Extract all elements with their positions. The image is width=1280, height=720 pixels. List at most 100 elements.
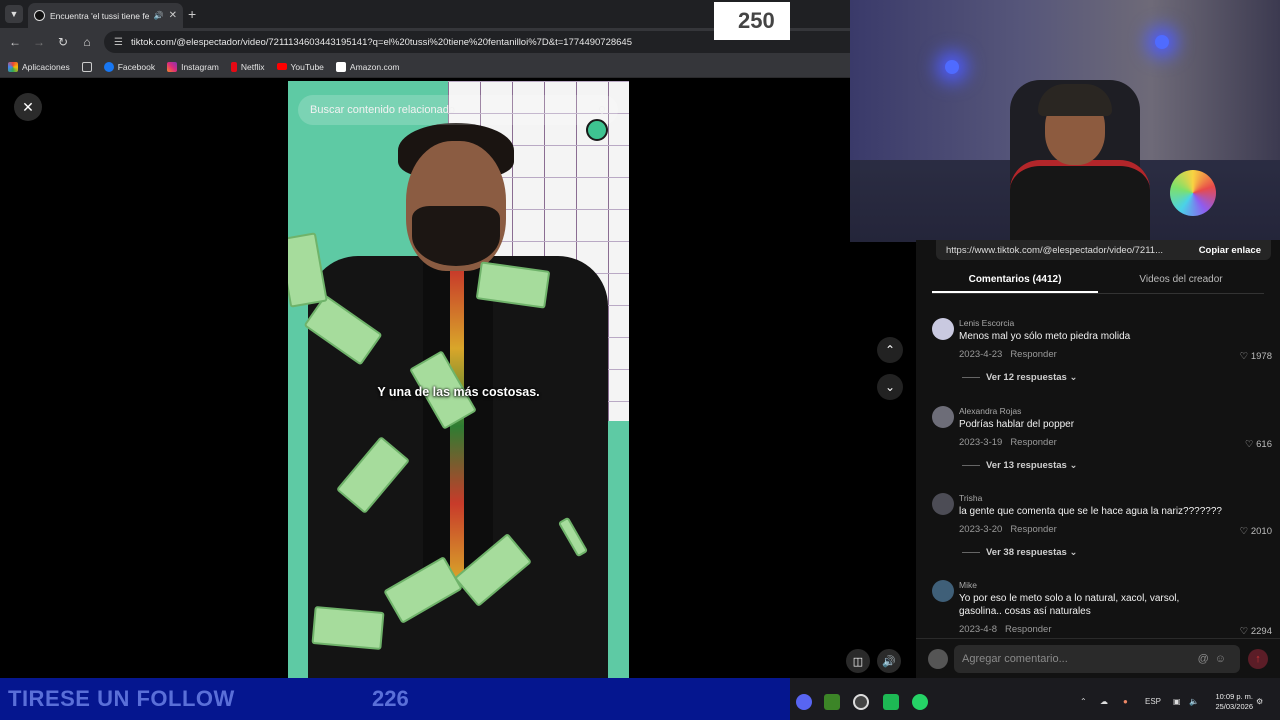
like-button[interactable]: ♡ 616 [1245,439,1272,450]
taskbar-clock[interactable]: 10:09 p. m. 25/03/2026 [1203,692,1253,712]
instagram-icon [167,61,178,72]
microphone-icon[interactable]: ● [1123,697,1128,706]
tab-close-icon[interactable]: ✕ [169,10,177,21]
screen: ▼ Encuentra 'el tussi tiene fen 🔊 ✕ + ← … [0,0,1280,720]
tray-chevron-icon[interactable]: ⌃ [1080,697,1087,706]
like-button[interactable]: ♡ 1978 [1240,351,1272,362]
like-count: 2294 [1250,626,1272,637]
view-replies-button[interactable]: Ver 38 respuestas ⌄ [962,547,1077,558]
onedrive-icon[interactable]: ☁ [1100,697,1108,706]
view-replies-button[interactable]: Ver 13 respuestas ⌄ [962,460,1077,471]
tab-creator-videos[interactable]: Videos del creador [1098,270,1264,293]
bookmarks-bar: Aplicaciones Facebook Instagram Netflix … [0,56,850,78]
comment-input[interactable]: Agregar comentario... @☺ [954,645,1240,673]
comment-date: 2023-4-8 [959,624,998,635]
close-icon: ✕ [22,98,34,115]
emoji-icon[interactable]: ☺ [1215,653,1232,665]
like-button[interactable]: ♡ 2294 [1240,626,1272,637]
discord-icon[interactable] [796,694,812,710]
comment-text: Menos mal yo sólo meto piedra molida [959,331,1131,342]
video-player[interactable]: Buscar contenido relacionado ⚲ Y una de … [288,81,629,678]
close-video-button[interactable]: ✕ [14,93,42,121]
chevron-down-icon: ⌄ [1069,372,1078,383]
reload-icon[interactable]: ↻ [54,33,72,51]
minecraft-icon[interactable] [824,694,840,710]
comment-date: 2023-4-23 [959,349,1003,360]
language-indicator[interactable]: ESP [1145,697,1161,706]
comment-date: 2023-3-19 [959,437,1003,448]
bookmark-label: Instagram [181,61,219,72]
url-text: tiktok.com/@elespectador/video/721113460… [130,36,632,48]
comment-username[interactable]: Alexandra Rojas [959,406,1021,416]
tab-audio-icon[interactable]: 🔊 [154,11,164,20]
comment-meta: 2023-4-8 Responder [959,624,1052,635]
view-replies-label: Ver 13 respuestas [986,460,1067,471]
like-button[interactable]: ♡ 2010 [1240,526,1272,537]
comment-input-placeholder: Agregar comentario... [962,653,1068,665]
chevron-down-icon: ⌄ [884,380,896,394]
app-icon[interactable] [883,694,899,710]
next-video-button[interactable]: ⌄ [877,374,903,400]
like-count: 616 [1256,439,1272,450]
comment-meta: 2023-3-20 Responder [959,524,1057,535]
volume-button[interactable]: 🔊 [877,649,901,673]
bookmark-youtube[interactable]: YouTube [276,61,324,72]
avatar[interactable] [932,406,954,428]
reply-button[interactable]: Responder [1010,437,1056,448]
send-button[interactable]: ↑ [1248,649,1268,669]
comment-username[interactable]: Mike [959,580,977,590]
avatar[interactable] [932,493,954,515]
heart-icon: ♡ [1239,526,1249,537]
tab-comments[interactable]: Comentarios (4412) [932,270,1098,293]
chevron-down-icon: ⌄ [1069,460,1078,471]
home-icon[interactable]: ⌂ [78,33,96,51]
grid-icon [81,61,92,72]
new-tab-button[interactable]: + [188,5,196,23]
miniplayer-button[interactable]: ◫ [846,649,870,673]
whatsapp-icon[interactable] [912,694,928,710]
tab-search-button[interactable]: ▼ [5,5,23,23]
bookmark-instagram[interactable]: Instagram [167,61,219,72]
comment-username[interactable]: Trisha [959,493,982,503]
bookmark-tab-groups[interactable] [81,61,92,72]
at-icon[interactable]: @ [1198,653,1215,665]
browser-tab-active[interactable]: Encuentra 'el tussi tiene fen 🔊 ✕ [28,3,183,28]
network-icon[interactable]: ▣ [1173,697,1181,706]
chevron-up-icon: ⌃ [884,343,896,357]
webcam-flower-plush [1170,170,1216,216]
site-info-icon[interactable]: ☰ [114,37,123,48]
obs-icon[interactable] [853,694,869,710]
heart-icon: ♡ [1244,439,1254,450]
related-search-box[interactable]: Buscar contenido relacionado ⚲ [298,95,618,125]
view-replies-label: Ver 12 respuestas [986,372,1067,383]
search-icon: ⚲ [597,104,606,117]
bookmark-netflix[interactable]: Netflix [230,61,265,72]
notification-icon[interactable]: ⚙ [1256,697,1263,706]
reply-button[interactable]: Responder [1005,624,1051,635]
volume-tray-icon[interactable]: 🔈 [1189,697,1199,706]
previous-video-button[interactable]: ⌃ [877,337,903,363]
webcam-led-light [1155,35,1169,49]
copy-link-button[interactable]: Copiar enlace [1199,245,1261,256]
avatar[interactable] [932,580,954,602]
follow-count: 226 [372,686,409,711]
reply-button[interactable]: Responder [1010,349,1056,360]
video-subtitle: Y una de las más costosas. [377,385,540,399]
bookmark-facebook[interactable]: Facebook [103,61,155,72]
bookmark-apps[interactable]: Aplicaciones [8,61,70,72]
stream-follow-bar: TIRESE UN FOLLOW 226 [0,678,790,720]
clock-time: 10:09 p. m. [1215,692,1253,701]
tab-title: Encuentra 'el tussi tiene fen [50,10,149,21]
like-count: 1978 [1250,351,1272,362]
view-replies-button[interactable]: Ver 12 respuestas ⌄ [962,372,1077,383]
reply-button[interactable]: Responder [1010,524,1056,535]
avatar[interactable] [932,318,954,340]
video-person-tie [450,271,464,581]
heart-icon: ♡ [1239,626,1249,637]
back-icon[interactable]: ← [6,33,24,51]
comment-date: 2023-3-20 [959,524,1003,535]
comment-username[interactable]: Lenis Escorcia [959,318,1014,328]
bookmark-label: YouTube [290,61,324,72]
bookmark-amazon[interactable]: Amazon.com [335,61,400,72]
forward-icon[interactable]: → [30,33,48,51]
